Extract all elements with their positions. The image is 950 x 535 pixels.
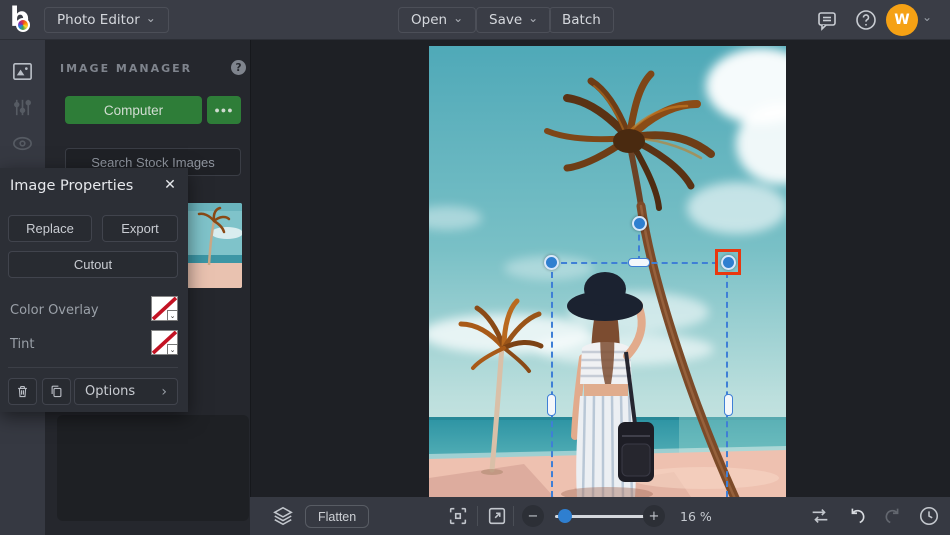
- adjustments-tab-icon[interactable]: [11, 96, 34, 119]
- trash-icon: [18, 385, 27, 398]
- batch-button[interactable]: Batch: [549, 7, 614, 33]
- selection-box[interactable]: [551, 262, 728, 497]
- replace-button[interactable]: Replace: [8, 215, 92, 242]
- color-overlay-label: Color Overlay: [10, 303, 99, 318]
- open-button[interactable]: Open ⌄: [398, 7, 477, 33]
- delete-button[interactable]: [8, 378, 37, 405]
- top-center-handle[interactable]: [628, 258, 650, 267]
- tint-label: Tint: [10, 337, 35, 352]
- export-button[interactable]: Export: [102, 215, 178, 242]
- color-wheel-icon: [16, 18, 30, 32]
- zoom-level[interactable]: 16 %: [680, 509, 712, 524]
- feedback-chat-icon[interactable]: [815, 8, 839, 32]
- fullscreen-icon[interactable]: [486, 505, 508, 527]
- bottom-toolbar: Flatten − + 16 %: [250, 497, 950, 535]
- right-middle-handle[interactable]: [724, 394, 733, 416]
- app-title: Photo Editor: [57, 12, 140, 28]
- fit-screen-icon[interactable]: [447, 505, 469, 527]
- zoom-out-button[interactable]: −: [522, 505, 544, 527]
- image-manager-tab-icon[interactable]: [11, 60, 34, 83]
- canvas-area[interactable]: [250, 40, 950, 497]
- duplicate-icon: [51, 385, 62, 398]
- zoom-slider-knob[interactable]: [558, 509, 572, 523]
- tint-swatch[interactable]: ⌄: [151, 330, 178, 355]
- left-middle-handle[interactable]: [547, 394, 556, 416]
- undo-icon[interactable]: [846, 505, 868, 527]
- divider: [8, 367, 178, 368]
- compare-icon[interactable]: [809, 505, 831, 527]
- save-button[interactable]: Save ⌄: [476, 7, 552, 33]
- image-manager-title: IMAGE MANAGER: [60, 62, 193, 75]
- help-icon[interactable]: [854, 8, 878, 32]
- top-bar: b Photo Editor ⌄ Open ⌄ Save ⌄ Batch: [0, 0, 950, 40]
- chevron-down-icon: ⌄: [453, 11, 464, 25]
- app-mode-menu[interactable]: Photo Editor ⌄: [44, 7, 169, 33]
- divider: [477, 506, 478, 526]
- divider: [513, 506, 514, 526]
- cutout-button[interactable]: Cutout: [8, 251, 178, 278]
- chevron-right-icon: ›: [161, 383, 167, 400]
- photo-editor-app: b Photo Editor ⌄ Open ⌄ Save ⌄ Batch: [0, 0, 950, 535]
- preview-eye-icon[interactable]: [11, 132, 34, 155]
- flatten-button[interactable]: Flatten: [305, 505, 370, 528]
- image-properties-popup: Image Properties ✕ Replace Export Cutout…: [0, 168, 188, 412]
- zoom-in-button[interactable]: +: [643, 505, 665, 527]
- chevron-down-icon: ⌄: [528, 11, 539, 25]
- app-logo-icon[interactable]: b: [8, 2, 40, 37]
- user-avatar[interactable]: W: [886, 4, 918, 36]
- layers-icon[interactable]: [272, 505, 294, 527]
- image-manager-help-icon[interactable]: ?: [231, 60, 246, 75]
- active-handle-highlight: [715, 249, 741, 275]
- redo-icon[interactable]: [882, 505, 904, 527]
- account-chevron-down-icon[interactable]: ⌄: [922, 10, 932, 24]
- stock-results-area: [57, 415, 249, 521]
- rotate-handle[interactable]: [632, 216, 647, 231]
- top-left-handle[interactable]: [544, 255, 559, 270]
- computer-button[interactable]: Computer: [65, 96, 202, 124]
- chevron-down-icon: ⌄: [167, 344, 178, 355]
- chevron-down-icon: ⌄: [145, 11, 156, 25]
- options-button[interactable]: Options ›: [74, 378, 178, 405]
- chevron-down-icon: ⌄: [167, 310, 178, 321]
- popup-title: Image Properties: [10, 178, 134, 194]
- history-icon[interactable]: [918, 505, 940, 527]
- more-sources-button[interactable]: ●●●: [207, 96, 241, 124]
- close-icon[interactable]: ✕: [161, 176, 179, 194]
- duplicate-button[interactable]: [42, 378, 71, 405]
- color-overlay-swatch[interactable]: ⌄: [151, 296, 178, 321]
- image-thumbnail[interactable]: [187, 203, 242, 288]
